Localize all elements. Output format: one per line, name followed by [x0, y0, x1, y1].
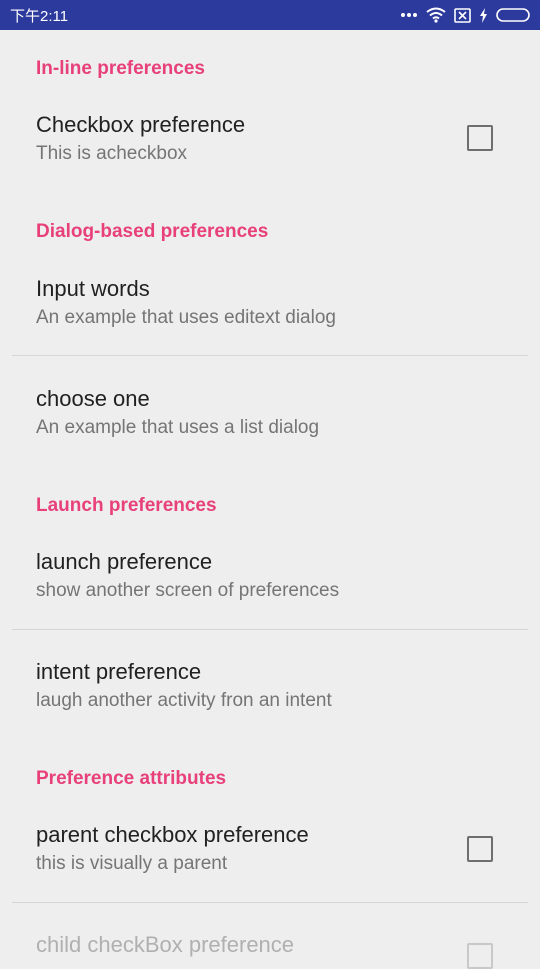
category-launch-preferences: Launch preferences [36, 495, 217, 516]
category-dialog-preferences: Dialog-based preferences [36, 221, 269, 242]
checkbox-preference-checkbox[interactable] [467, 125, 493, 151]
battery-icon [496, 8, 530, 22]
charging-bolt-icon [480, 7, 487, 23]
pref-summary: An example that uses editext dialog [36, 307, 336, 328]
child-checkbox [467, 943, 493, 969]
pref-input-words[interactable]: Input words An example that uses editext… [36, 275, 516, 331]
pref-choose-one[interactable]: choose one An example that uses a list d… [36, 385, 516, 441]
pref-launch-preference[interactable]: launch preference show another screen of… [36, 548, 516, 604]
pref-intent-preference[interactable]: intent preference laugh another activity… [36, 658, 516, 714]
pref-summary: this is visually a parent [36, 853, 228, 874]
pref-checkbox-preference[interactable]: Checkbox preference This is acheckbox [36, 111, 516, 167]
pref-title: intent preference [36, 659, 202, 684]
pref-summary: show another screen of preferences [36, 580, 340, 601]
divider [12, 355, 528, 356]
pref-title: Input words [36, 276, 150, 301]
wifi-icon [426, 7, 446, 23]
pref-title: Checkbox preference [36, 112, 246, 137]
parent-checkbox[interactable] [467, 836, 493, 862]
status-bar: 下午2:11 [0, 0, 540, 30]
pref-title: choose one [36, 386, 150, 411]
status-icons [400, 7, 532, 23]
status-time: 下午2:11 [10, 7, 69, 25]
category-inline-preferences: In-line preferences [36, 58, 205, 79]
divider [12, 629, 528, 630]
sim-x-icon [454, 7, 471, 23]
divider [12, 902, 528, 903]
pref-title: parent checkbox preference [36, 822, 309, 847]
more-dots-icon [401, 13, 417, 17]
pref-child-checkbox-preference: child checkBox preference [36, 931, 516, 959]
pref-title: launch preference [36, 549, 213, 574]
pref-summary: laugh another activity fron an intent [36, 690, 332, 711]
pref-summary: An example that uses a list dialog [36, 417, 320, 438]
pref-parent-checkbox-preference[interactable]: parent checkbox preference this is visua… [36, 821, 516, 877]
pref-title: child checkBox preference [36, 932, 295, 957]
category-preference-attributes: Preference attributes [36, 768, 227, 789]
pref-summary: This is acheckbox [36, 143, 188, 164]
